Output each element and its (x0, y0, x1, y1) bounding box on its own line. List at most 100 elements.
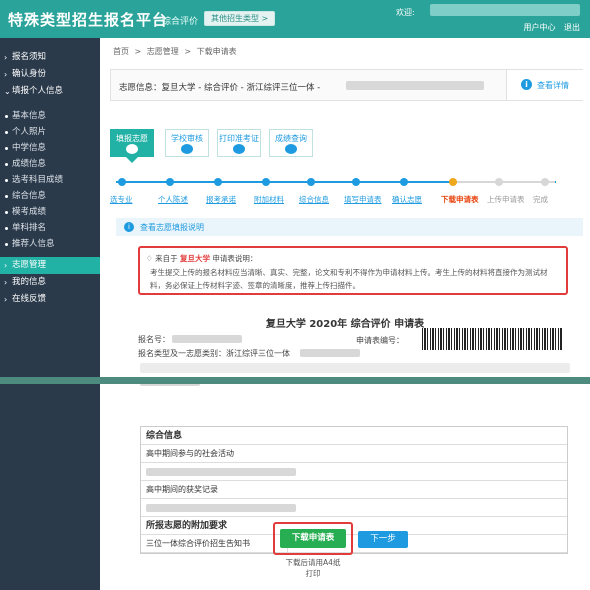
switch-admission-type-button[interactable]: 其他招生类型 > (204, 11, 276, 26)
sidebar-item-personal-info[interactable]: ⌄ 填报个人信息 (0, 83, 100, 100)
sidebar-item-photo[interactable]: 个人照片 (0, 124, 100, 140)
application-info-text: 志愿信息：复旦大学 - 综合评价 - 浙江综评三位一体 - (119, 83, 321, 93)
step-marker (307, 178, 315, 186)
sidebar-item-comprehensive-info[interactable]: 综合信息 (0, 188, 100, 204)
requirement-line: 考生提交上传的报名材料应当清晰、真实、完整，论文和专利不得作为申请材料上传。考生… (150, 268, 548, 277)
redacted-value (146, 504, 296, 512)
step-marker (118, 178, 126, 186)
rules-bar: i 查看志愿填报说明 (116, 218, 583, 236)
download-application-button[interactable]: 下载申请表 (280, 529, 346, 548)
redacted-username (430, 4, 580, 16)
application-number-label: 申请表编号： (356, 336, 404, 345)
step-marker (495, 178, 503, 186)
step-label[interactable]: 个人陈述 (158, 194, 188, 205)
chevron-down-icon: ⌄ (4, 87, 11, 96)
table-section-heading: 综合信息 (141, 427, 567, 445)
logout-link[interactable]: 退出 (564, 23, 580, 32)
breadcrumb-home[interactable]: 首页 (113, 47, 129, 56)
redacted-type (300, 349, 360, 357)
download-highlight: 下载申请表 (273, 522, 353, 555)
active-tab-indicator (126, 157, 138, 163)
sidebar-item-application-management[interactable]: › 志愿管理 (0, 257, 100, 274)
top-header: 特殊类型招生报名平台 综合评价 其他招生类型 > 欢迎: 用户中心 退出 (0, 0, 590, 38)
info-icon: i (124, 222, 134, 232)
redacted-info (346, 81, 484, 90)
bulb-icon: ♢ (146, 254, 153, 263)
welcome-label: 欢迎: (396, 8, 415, 17)
table-row-awards: 高中期间的获奖记录 (141, 481, 567, 499)
step-marker (166, 178, 174, 186)
tab-status-icon (181, 144, 193, 154)
tab-print-admission-ticket[interactable]: 打印准考证 (217, 129, 261, 157)
sidebar-item-basic-info[interactable]: 基本信息 (0, 108, 100, 124)
info-icon: i (521, 79, 532, 90)
chevron-right-icon: › (4, 53, 8, 62)
step-label: 下载申请表 (441, 195, 479, 204)
step-marker (541, 178, 549, 186)
breadcrumb: 首页 > 志愿管理 > 下载申请表 (113, 46, 240, 57)
breadcrumb-application-management[interactable]: 志愿管理 (147, 47, 179, 56)
step-label[interactable]: 填写申请表 (344, 194, 382, 205)
next-step-button[interactable]: 下一步 (358, 531, 408, 548)
chevron-right-icon: › (4, 70, 8, 79)
sidebar-item-feedback[interactable]: › 在线反馈 (0, 291, 100, 308)
step-label: 完成 (533, 195, 548, 204)
sidebar-item-notice[interactable]: › 报名须知 (0, 49, 100, 66)
chevron-right-icon: › (4, 261, 8, 270)
step-label[interactable]: 附加材料 (254, 194, 284, 205)
application-form-table: 综合信息 高中期间参与的社会活动 高中期间的获奖记录 所报志愿的附加要求 三位一… (140, 426, 568, 554)
application-info-box: 志愿信息：复旦大学 - 综合评价 - 浙江综评三位一体 - i 查看详情 (110, 69, 584, 101)
step-marker (214, 178, 222, 186)
breadcrumb-separator: > (134, 47, 142, 56)
sidebar-item-subject-rank[interactable]: 单科排名 (0, 220, 100, 236)
registration-number-label: 报名号： (138, 335, 170, 344)
sidebar-item-elective-grades[interactable]: 选考科目成绩 (0, 172, 100, 188)
redacted-registration-number (172, 335, 242, 343)
application-type-label: 报名类型及一志愿类别：浙江综评三位一体 (138, 349, 290, 358)
tab-status-icon (285, 144, 297, 154)
page-divider (0, 377, 590, 384)
table-section-heading: 所报志愿的附加要求 (141, 517, 567, 535)
sidebar-item-confirm-identity[interactable]: › 确认身份 (0, 66, 100, 83)
step-marker (449, 178, 457, 186)
table-row-redacted (141, 499, 567, 517)
user-center-link[interactable]: 用户中心 (523, 23, 555, 32)
step-label[interactable]: 报考承诺 (206, 194, 236, 205)
view-details-button[interactable]: i 查看详情 (506, 70, 584, 100)
step-label[interactable]: 确认志愿 (392, 194, 422, 205)
sidebar-item-school-info[interactable]: 中学信息 (0, 140, 100, 156)
step-label[interactable]: 选专业 (110, 194, 133, 205)
progress-line-remaining (455, 181, 555, 183)
download-hint: 下载后请用A4纸打印 (285, 558, 341, 578)
sidebar-item-grades[interactable]: 成绩信息 (0, 156, 100, 172)
view-rules-link[interactable]: 查看志愿填报说明 (140, 222, 204, 233)
table-row-social-activities: 高中期间参与的社会活动 (141, 445, 567, 463)
tab-school-review[interactable]: 学校审核 (165, 129, 209, 157)
tab-status-icon (126, 144, 138, 154)
tab-score-query[interactable]: 成绩查询 (269, 129, 313, 157)
step-marker (352, 178, 360, 186)
step-label: 上传申请表 (487, 195, 525, 204)
sidebar-item-my-info[interactable]: › 我的信息 (0, 274, 100, 291)
barcode (422, 328, 562, 350)
requirement-title: ♢ 来自于 复旦大学 申请表说明： (146, 254, 258, 263)
table-row-redacted (141, 463, 567, 481)
chevron-right-icon: › (4, 278, 8, 287)
sidebar-item-mock-exam[interactable]: 模考成绩 (0, 204, 100, 220)
redacted-value (146, 468, 296, 476)
step-label[interactable]: 综合信息 (299, 194, 329, 205)
sidebar-item-recommender[interactable]: 推荐人信息 (0, 236, 100, 252)
tab-fill-application[interactable]: 填报志愿 (110, 129, 154, 157)
requirement-notice: ♢ 来自于 复旦大学 申请表说明： 考生提交上传的报名材料应当清晰、真实、完整，… (138, 246, 568, 295)
breadcrumb-current: 下载申请表 (196, 47, 237, 56)
site-title: 特殊类型招生报名平台 (8, 11, 169, 29)
tab-status-icon (233, 144, 245, 154)
table-row-notice-letter: 三位一体综合评价招生告知书 材料已上传 (141, 535, 567, 553)
breadcrumb-separator: > (184, 47, 192, 56)
requirement-line: 料，务必保证上传材料字迹、签章的清晰度，推荐上传扫描件。 (150, 281, 360, 290)
admission-mode-label: 综合评价 (162, 17, 199, 27)
sidebar: › 报名须知 › 确认身份 ⌄ 填报个人信息 基本信息 个人照片 中学信息 成绩信息 … (0, 38, 100, 590)
redacted-photo-row (140, 363, 570, 373)
user-links: 用户中心 退出 (517, 22, 580, 33)
step-marker (400, 178, 408, 186)
